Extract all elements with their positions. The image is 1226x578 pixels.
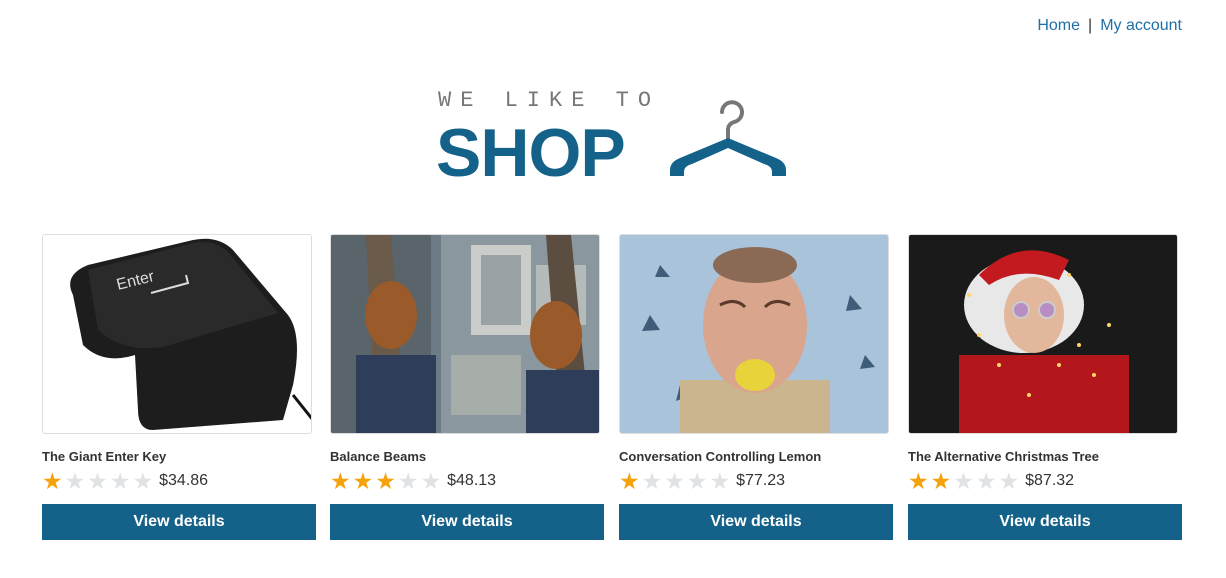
nav-separator: |: [1088, 17, 1093, 34]
hanger-icon: [670, 100, 786, 176]
christmas-tree-image[interactable]: [908, 234, 1178, 434]
balance-beams-image[interactable]: [330, 234, 600, 434]
star-icon: ★: [641, 467, 663, 494]
star-icon: ★: [709, 467, 731, 494]
view-details-button[interactable]: View details: [908, 504, 1182, 540]
product-name[interactable]: The Giant Enter Key: [42, 449, 316, 466]
product-card: Balance Beams ★ ★ ★ ★ ★ $48.13 View details: [330, 234, 604, 540]
star-icon: ★: [686, 467, 708, 494]
star-icon: ★: [908, 467, 929, 494]
product-price: $48.13: [447, 472, 497, 489]
product-price: $87.32: [1025, 472, 1075, 489]
product-name[interactable]: Balance Beams: [330, 449, 604, 466]
star-icon: ★: [998, 467, 1020, 494]
star-icon: ★: [953, 467, 974, 494]
star-icon: ★: [619, 467, 640, 494]
star-icon: ★: [420, 467, 442, 494]
view-details-button[interactable]: View details: [42, 504, 316, 540]
star-icon: ★: [664, 467, 685, 494]
star-icon: ★: [132, 467, 154, 494]
product-card: Conversation Controlling Lemon ★ ★ ★ ★ ★ $77…: [619, 234, 893, 540]
star-icon: ★: [397, 467, 419, 494]
star-icon: ★: [930, 467, 952, 494]
star-rating: ★ ★ ★ ★ ★ $34.86: [42, 468, 316, 494]
star-icon: ★: [64, 467, 86, 494]
star-rating: ★ ★ ★ ★ ★ $48.13: [330, 468, 604, 494]
product-price: $77.23: [736, 472, 786, 489]
logo-word: SHOP: [436, 115, 626, 191]
star-icon: ★: [42, 467, 63, 494]
product-card: Enter The Giant Enter Key ★ ★ ★ ★ ★ $34.86 V…: [42, 234, 316, 540]
lemon-image[interactable]: [619, 234, 889, 434]
product-name[interactable]: Conversation Controlling Lemon: [619, 449, 893, 466]
my-account-link[interactable]: My account: [1100, 17, 1182, 34]
site-logo[interactable]: WE LIKE TO SHOP: [436, 88, 796, 191]
star-icon: ★: [87, 467, 108, 494]
star-icon: ★: [109, 467, 131, 494]
logo-tagline: WE LIKE TO: [438, 88, 661, 113]
giant-enter-key-image[interactable]: Enter: [42, 234, 312, 434]
star-rating: ★ ★ ★ ★ ★ $77.23: [619, 468, 893, 494]
star-icon: ★: [375, 467, 396, 494]
home-link[interactable]: Home: [1037, 17, 1080, 34]
product-price: $34.86: [159, 472, 209, 489]
star-icon: ★: [330, 467, 351, 494]
product-name[interactable]: The Alternative Christmas Tree: [908, 449, 1182, 466]
view-details-button[interactable]: View details: [330, 504, 604, 540]
star-rating: ★ ★ ★ ★ ★ $87.32: [908, 468, 1182, 494]
view-details-button[interactable]: View details: [619, 504, 893, 540]
star-icon: ★: [352, 467, 374, 494]
star-icon: ★: [975, 467, 997, 494]
top-nav: Home | My account: [1037, 17, 1182, 35]
product-card: The Alternative Christmas Tree ★ ★ ★ ★ ★ $87…: [908, 234, 1182, 540]
